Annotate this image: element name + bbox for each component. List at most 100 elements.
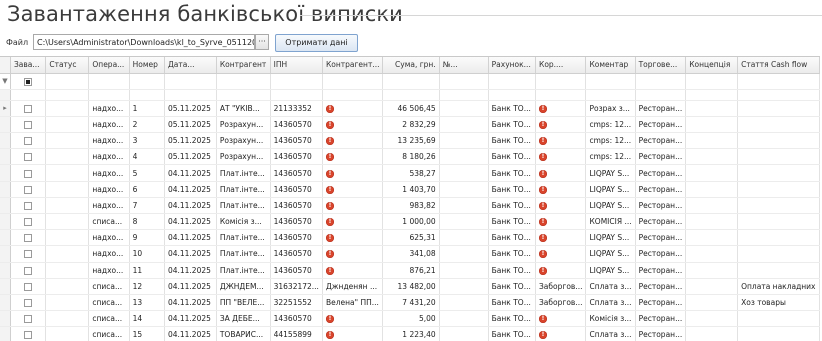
account-cell[interactable]: Банк ТО...: [488, 229, 537, 247]
comment-cell[interactable]: cmps: 12...: [585, 132, 636, 150]
column-header[interactable]: Торгове...: [635, 57, 687, 74]
amount-cell[interactable]: 1 000,00: [382, 213, 440, 231]
column-header[interactable]: Контрагент: [216, 57, 271, 74]
trade-point-cell[interactable]: Ресторан...: [635, 164, 687, 182]
doc-number-cell[interactable]: [439, 181, 489, 198]
operation-cell[interactable]: списа...: [88, 213, 130, 231]
correspondence-cell[interactable]: !: [535, 116, 587, 134]
row-checkbox[interactable]: [24, 169, 33, 178]
correspondence-cell[interactable]: Заборгов...: [535, 294, 587, 312]
row-checkbox[interactable]: [24, 282, 33, 291]
operation-cell[interactable]: надхо...: [88, 229, 130, 247]
correspondence-cell[interactable]: !: [535, 310, 587, 328]
comment-cell[interactable]: cmps: 12...: [585, 148, 636, 166]
row-checkbox[interactable]: [24, 234, 33, 243]
filter-cell[interactable]: [129, 73, 165, 90]
date-cell[interactable]: 04.11.2025: [164, 262, 217, 279]
cashflow-cell[interactable]: [737, 213, 820, 231]
correspondence-cell[interactable]: !: [535, 245, 587, 263]
correspondence-cell[interactable]: !: [535, 213, 587, 231]
ipn-cell[interactable]: 14360570: [270, 116, 323, 134]
counterparty-cell[interactable]: Плат.інте...: [216, 181, 271, 198]
account-cell[interactable]: Банк ТО...: [488, 132, 537, 150]
amount-cell[interactable]: 13 482,00: [382, 278, 440, 295]
table-row[interactable]: надхо... 9 04.11.2025 Плат.інте... 14360570!…: [0, 229, 820, 247]
date-cell[interactable]: 04.11.2025: [164, 213, 217, 231]
ipn-cell[interactable]: 14360570: [270, 197, 323, 215]
counterparty-cell[interactable]: Плат.інте...: [216, 262, 271, 279]
operation-cell[interactable]: надхо...: [88, 148, 130, 166]
trade-point-cell[interactable]: Ресторан...: [635, 229, 687, 247]
doc-number-cell[interactable]: [439, 197, 489, 215]
status-cell[interactable]: [45, 262, 90, 279]
counterparty-match-cell[interactable]: Велена" ПП...: [322, 294, 384, 312]
counterparty-match-cell[interactable]: !: [322, 245, 384, 263]
account-cell[interactable]: Банк ТО...: [488, 294, 537, 312]
doc-number-cell[interactable]: [439, 262, 489, 279]
operation-cell[interactable]: надхо...: [88, 100, 130, 117]
filter-cell[interactable]: [164, 73, 217, 90]
trade-point-cell[interactable]: Ресторан...: [635, 278, 687, 295]
table-row[interactable]: надхо... 4 05.11.2025 Розрахун... 14360570! 8…: [0, 148, 820, 166]
number-cell[interactable]: 2: [129, 116, 165, 134]
amount-cell[interactable]: 1 403,70: [382, 181, 440, 198]
cashflow-cell[interactable]: Оплата накладних: [737, 278, 820, 295]
row-checkbox-cell[interactable]: [10, 229, 47, 247]
ipn-cell[interactable]: 14360570: [270, 310, 323, 328]
correspondence-cell[interactable]: !: [535, 229, 587, 247]
trade-point-cell[interactable]: Ресторан...: [635, 181, 687, 198]
counterparty-cell[interactable]: Розрахун...: [216, 116, 271, 134]
doc-number-cell[interactable]: [439, 245, 489, 263]
row-checkbox-cell[interactable]: [10, 100, 47, 117]
operation-cell[interactable]: надхо...: [88, 262, 130, 279]
number-cell[interactable]: 1: [129, 100, 165, 117]
counterparty-cell[interactable]: Розрахун...: [216, 148, 271, 166]
row-checkbox[interactable]: [24, 331, 33, 340]
concept-cell[interactable]: [685, 164, 739, 182]
status-cell[interactable]: [45, 310, 90, 328]
counterparty-cell[interactable]: Плат.інте...: [216, 197, 271, 215]
status-cell[interactable]: [45, 100, 90, 117]
column-header[interactable]: Опера...: [88, 57, 130, 74]
table-row[interactable]: ▸ надхо... 1 05.11.2025 АТ "УКІВ... 21133352!…: [0, 100, 820, 117]
counterparty-match-cell[interactable]: !: [322, 213, 384, 231]
account-cell[interactable]: Банк ТО...: [488, 278, 537, 295]
number-cell[interactable]: 11: [129, 262, 165, 279]
row-checkbox-cell[interactable]: [10, 245, 47, 263]
trade-point-cell[interactable]: Ресторан...: [635, 197, 687, 215]
ipn-cell[interactable]: 31632172...: [270, 278, 323, 295]
filter-cell[interactable]: [216, 73, 271, 90]
concept-cell[interactable]: [685, 116, 739, 134]
comment-cell[interactable]: LIQPAY S...: [585, 229, 636, 247]
concept-cell[interactable]: [685, 100, 739, 117]
cashflow-cell[interactable]: [737, 262, 820, 279]
concept-cell[interactable]: [685, 229, 739, 247]
doc-number-cell[interactable]: [439, 116, 489, 134]
filter-cell[interactable]: [488, 73, 537, 90]
trade-point-cell[interactable]: Ресторан...: [635, 262, 687, 279]
trade-point-cell[interactable]: Ресторан...: [635, 245, 687, 263]
cashflow-cell[interactable]: [737, 229, 820, 247]
doc-number-cell[interactable]: [439, 213, 489, 231]
filter-cell[interactable]: [322, 73, 384, 90]
concept-cell[interactable]: [685, 181, 739, 198]
column-header[interactable]: Стаття Cash flow: [737, 57, 820, 74]
counterparty-match-cell[interactable]: !: [322, 262, 384, 279]
cashflow-cell[interactable]: [737, 181, 820, 198]
amount-cell[interactable]: 1 223,40: [382, 326, 440, 341]
row-checkbox-cell[interactable]: [10, 164, 47, 182]
amount-cell[interactable]: 13 235,69: [382, 132, 440, 150]
status-cell[interactable]: [45, 132, 90, 150]
date-cell[interactable]: 04.11.2025: [164, 181, 217, 198]
cashflow-cell[interactable]: [737, 326, 820, 341]
doc-number-cell[interactable]: [439, 164, 489, 182]
ipn-cell[interactable]: 14360570: [270, 262, 323, 279]
row-checkbox-cell[interactable]: [10, 326, 47, 341]
table-row[interactable]: списа... 12 04.11.2025 ДЖНДЕМ... 31632172...…: [0, 278, 820, 295]
date-cell[interactable]: 04.11.2025: [164, 245, 217, 263]
ipn-cell[interactable]: 14360570: [270, 229, 323, 247]
correspondence-cell[interactable]: Заборгов...: [535, 278, 587, 295]
filter-checkbox[interactable]: [24, 77, 33, 86]
table-row[interactable]: надхо... 6 04.11.2025 Плат.інте... 14360570!…: [0, 181, 820, 198]
number-cell[interactable]: 3: [129, 132, 165, 150]
